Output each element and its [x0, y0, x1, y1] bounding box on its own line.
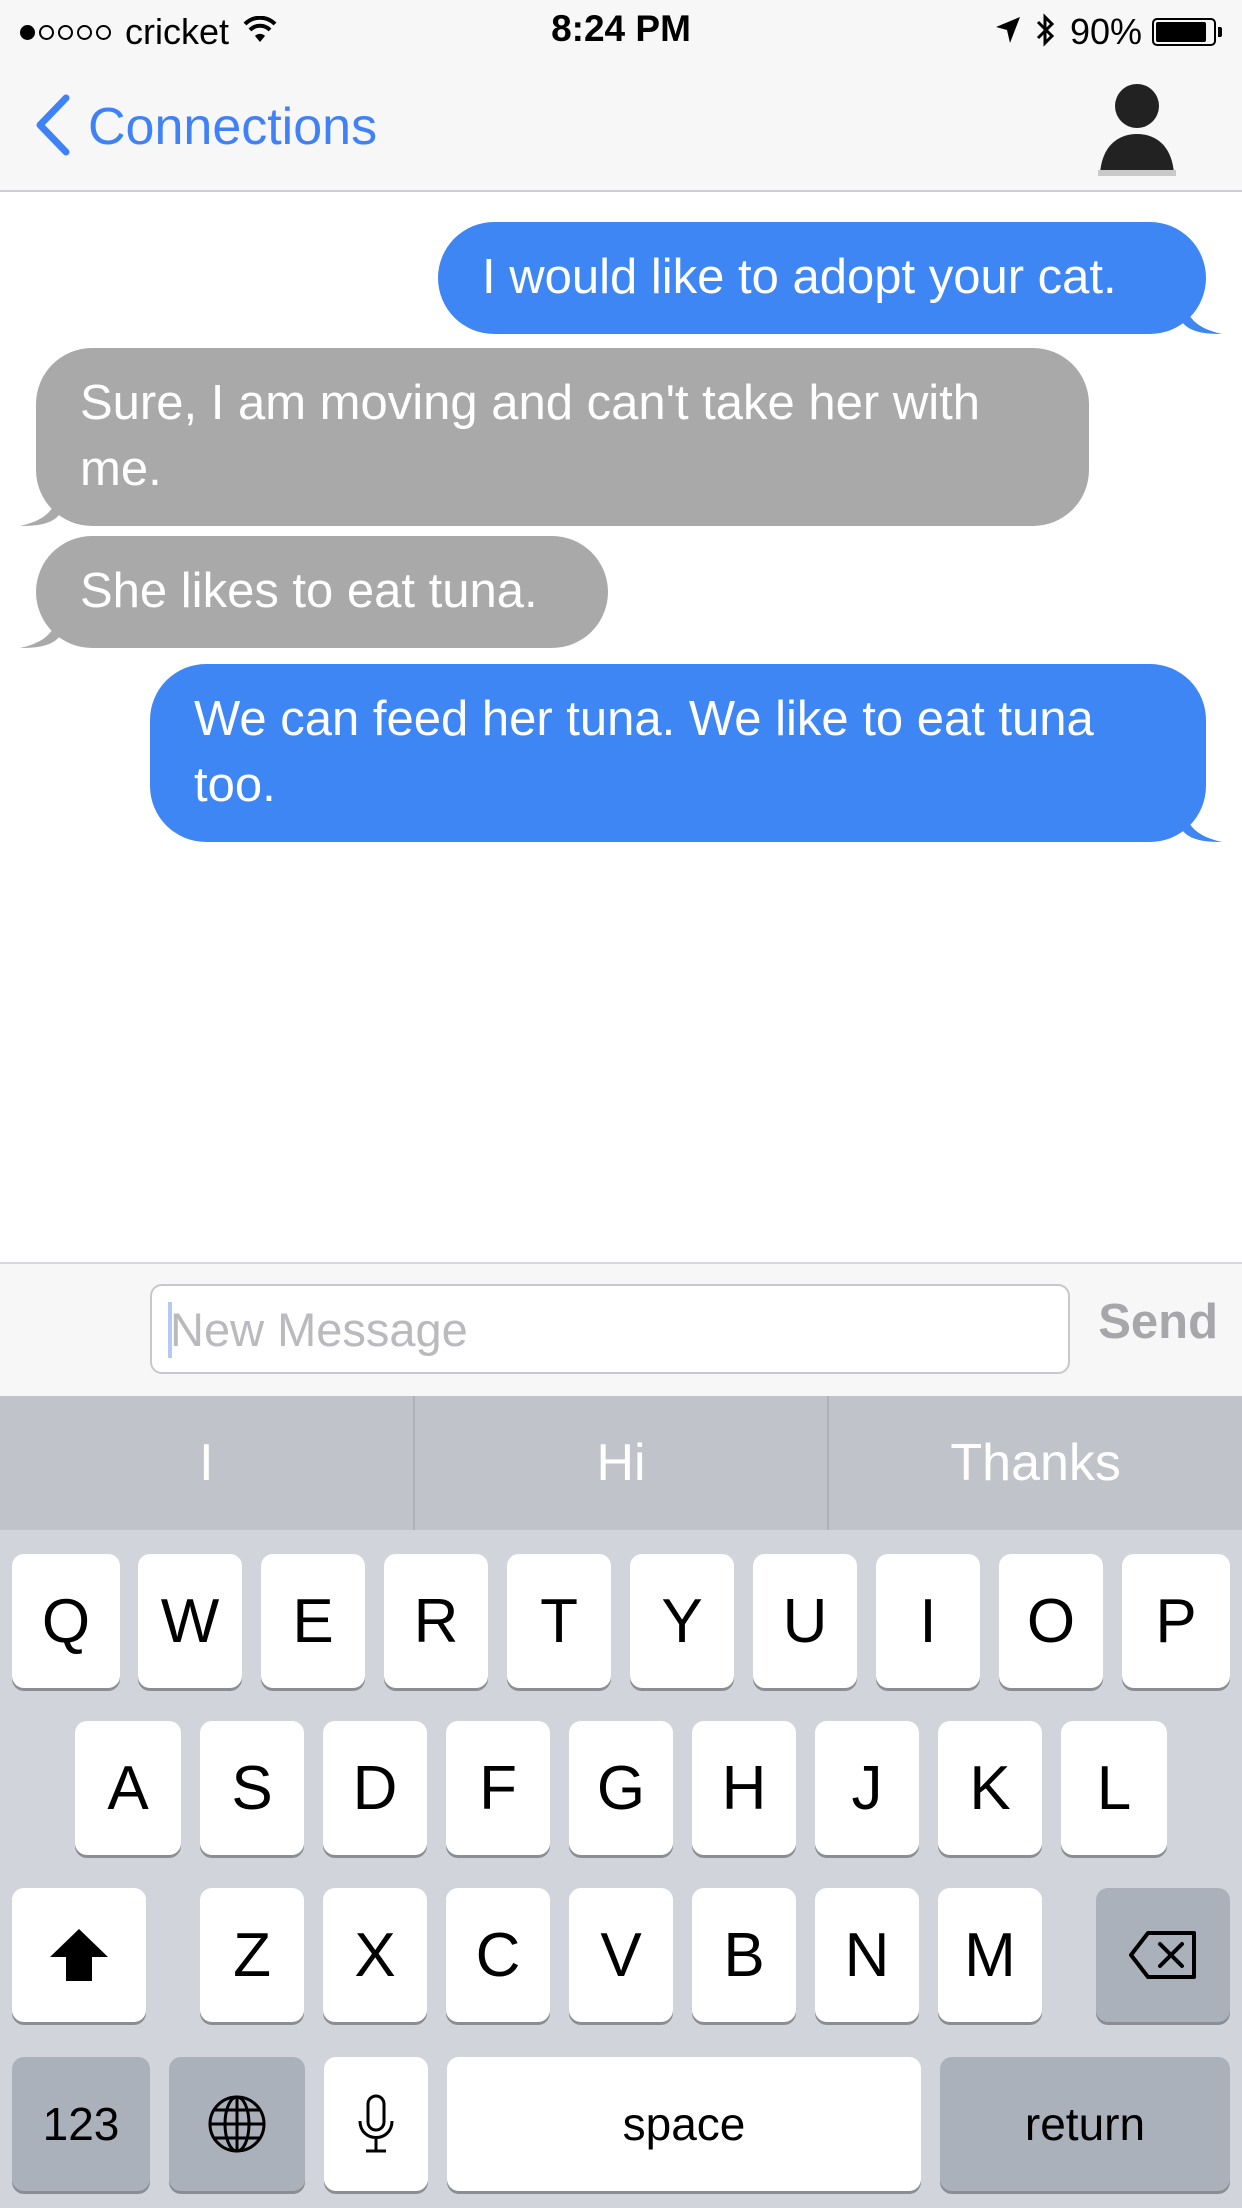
message-text: We can feed her tuna. We like to eat tun… [194, 692, 1094, 812]
key-q[interactable]: Q [12, 1554, 120, 1688]
key-l[interactable]: L [1061, 1721, 1167, 1855]
status-right: 90% [994, 10, 1222, 54]
suggestion-item[interactable]: Hi [415, 1396, 830, 1530]
suggestion-item[interactable]: Thanks [829, 1396, 1242, 1530]
key-e[interactable]: E [261, 1554, 365, 1688]
space-key[interactable]: space [447, 2057, 921, 2191]
key-v[interactable]: V [569, 1888, 673, 2022]
message-text: Sure, I am moving and can't take her wit… [80, 376, 980, 496]
message-thread: I would like to adopt your cat. Sure, I … [0, 192, 1242, 1262]
key-h[interactable]: H [692, 1721, 796, 1855]
key-c[interactable]: C [446, 1888, 550, 2022]
key-g[interactable]: G [569, 1721, 673, 1855]
key-f[interactable]: F [446, 1721, 550, 1855]
message-text: I would like to adopt your cat. [482, 250, 1117, 304]
person-silhouette-icon [1098, 84, 1176, 176]
key-o[interactable]: O [999, 1554, 1103, 1688]
message-input[interactable] [150, 1284, 1070, 1374]
key-i[interactable]: I [876, 1554, 980, 1688]
battery-nub [1218, 27, 1222, 37]
key-k[interactable]: K [938, 1721, 1042, 1855]
shift-arrow-icon [50, 1929, 108, 1981]
key-m[interactable]: M [938, 1888, 1042, 2022]
key-u[interactable]: U [753, 1554, 857, 1688]
bubble-tail [1182, 802, 1222, 842]
text-cursor [168, 1302, 172, 1358]
back-button[interactable]: Connections [34, 94, 377, 160]
chevron-left-icon [34, 94, 70, 161]
backspace-icon [1129, 1931, 1196, 1979]
message-bubble-outgoing: We can feed her tuna. We like to eat tun… [150, 664, 1222, 842]
message-bubble-incoming: Sure, I am moving and can't take her wit… [20, 348, 1089, 526]
globe-icon [208, 2095, 266, 2153]
back-label: Connections [88, 98, 378, 156]
numbers-key[interactable]: 123 [12, 2057, 150, 2191]
key-d[interactable]: D [323, 1721, 427, 1855]
profile-button[interactable] [1092, 78, 1182, 178]
message-bubble-outgoing: I would like to adopt your cat. [438, 222, 1222, 334]
shift-key[interactable] [12, 1888, 146, 2022]
key-a[interactable]: A [75, 1721, 181, 1855]
globe-key[interactable] [169, 2057, 305, 2191]
battery-level [1156, 22, 1207, 42]
bubble-tail [20, 486, 60, 526]
delete-key[interactable] [1096, 1888, 1230, 2022]
keyboard: Q W E R T Y U I O P A S D F G H J K L Z … [0, 1530, 1242, 2208]
predictive-text-bar: I Hi Thanks [0, 1396, 1242, 1530]
key-t[interactable]: T [507, 1554, 611, 1688]
message-bubble-incoming: She likes to eat tuna. [20, 536, 608, 648]
bubble-tail [1182, 294, 1222, 334]
bluetooth-icon [1034, 12, 1056, 52]
battery-icon [1152, 18, 1216, 46]
key-b[interactable]: B [692, 1888, 796, 2022]
key-w[interactable]: W [138, 1554, 242, 1688]
key-n[interactable]: N [815, 1888, 919, 2022]
key-r[interactable]: R [384, 1554, 488, 1688]
nav-bar: Connections [0, 64, 1242, 192]
key-y[interactable]: Y [630, 1554, 734, 1688]
key-p[interactable]: P [1122, 1554, 1230, 1688]
suggestion-item[interactable]: I [0, 1396, 415, 1530]
key-x[interactable]: X [323, 1888, 427, 2022]
bubble-tail [20, 608, 60, 648]
battery-percentage: 90% [1069, 11, 1142, 52]
send-button[interactable]: Send [1098, 1294, 1218, 1350]
status-bar: cricket 8:24 PM 90% [0, 0, 1242, 64]
microphone-icon [358, 2094, 394, 2153]
microphone-key[interactable] [324, 2057, 428, 2191]
message-text: She likes to eat tuna. [80, 564, 538, 618]
key-s[interactable]: S [200, 1721, 304, 1855]
location-arrow-icon [994, 15, 1022, 50]
key-j[interactable]: J [815, 1721, 919, 1855]
compose-bar: Send [0, 1262, 1242, 1396]
key-z[interactable]: Z [200, 1888, 304, 2022]
return-key[interactable]: return [940, 2057, 1230, 2191]
